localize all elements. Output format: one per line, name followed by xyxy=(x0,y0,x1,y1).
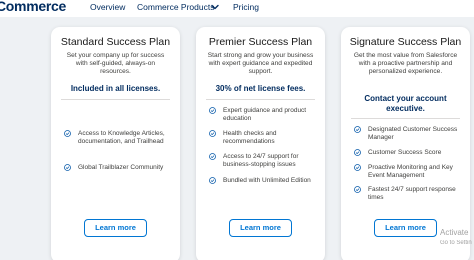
feature-text: Proactive Monitoring and Key Event Manag… xyxy=(368,164,453,180)
plan-title: Signature Success Plan xyxy=(349,36,462,48)
plan-card-premier: Premier Success Plan Start strong and gr… xyxy=(196,27,325,260)
feature-text: Designated Customer Success Manager xyxy=(368,126,458,142)
feature-text: Fastest 24/7 support response times xyxy=(368,186,456,202)
plan-subtitle: Set your company up for success with sel… xyxy=(66,52,165,76)
plan-subtitle: Start strong and grow your business with… xyxy=(207,52,314,76)
plan-price-highlight: Contact your account executive. xyxy=(364,94,447,113)
plan-card-standard: Standard Success Plan Set your company u… xyxy=(51,27,180,260)
plan-title: Standard Success Plan xyxy=(60,36,171,48)
plan-title: Premier Success Plan xyxy=(208,36,313,48)
learn-more-button[interactable]: Learn more xyxy=(84,219,147,237)
activate-windows-watermark: Activate xyxy=(440,228,469,237)
activate-windows-watermark-sub: Go to Settin xyxy=(440,240,472,246)
check-circle-icon xyxy=(209,107,216,114)
brand-logo-text[interactable]: Commerce xyxy=(0,0,66,14)
feature-text: Access to 24/7 support for business-stop… xyxy=(223,153,299,169)
nav-commerce-products[interactable]: Commerce Products xyxy=(137,2,214,12)
check-circle-icon xyxy=(354,126,361,133)
feature-text: Global Trailblazer Community xyxy=(78,164,164,171)
divider xyxy=(206,99,315,100)
check-circle-icon xyxy=(354,186,361,193)
check-circle-icon xyxy=(64,164,71,171)
check-circle-icon xyxy=(209,153,216,160)
divider xyxy=(351,118,460,119)
check-circle-icon xyxy=(64,130,71,137)
feature-text: Health checks and recommendations xyxy=(223,130,277,146)
check-circle-icon xyxy=(209,177,216,184)
divider xyxy=(61,99,170,100)
nav-overview[interactable]: Overview xyxy=(90,2,125,12)
learn-more-button[interactable]: Learn more xyxy=(374,219,437,237)
chevron-down-icon[interactable] xyxy=(210,2,220,12)
feature-text: Customer Success Score xyxy=(368,149,442,156)
check-circle-icon xyxy=(354,149,361,156)
nav-pricing[interactable]: Pricing xyxy=(233,2,259,12)
top-navigation-bar: Commerce Overview Commerce Products Pric… xyxy=(0,0,474,17)
plan-card-signature: Signature Success Plan Get the most valu… xyxy=(341,27,470,260)
feature-text: Bundled with Unlimited Edition xyxy=(223,177,311,184)
feature-text: Access to Knowledge Articles, documentat… xyxy=(78,130,165,146)
feature-text: Expert guidance and product education xyxy=(223,107,307,123)
check-circle-icon xyxy=(354,164,361,171)
plan-price-highlight: 30% of net license fees. xyxy=(215,84,306,93)
check-circle-icon xyxy=(209,130,216,137)
plan-subtitle: Get the most value from Salesforce with … xyxy=(353,52,458,76)
learn-more-button[interactable]: Learn more xyxy=(229,219,292,237)
plan-price-highlight: Included in all licenses. xyxy=(70,84,161,93)
